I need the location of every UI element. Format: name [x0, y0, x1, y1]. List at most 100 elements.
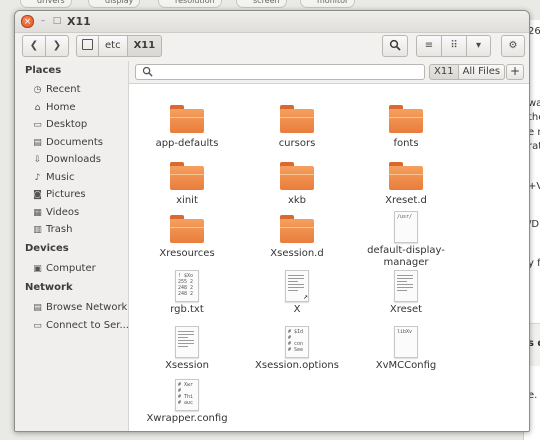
menu-button[interactable]: ⚙ — [501, 35, 525, 57]
breadcrumb-root-button[interactable] — [76, 35, 99, 57]
file-name-label: Xwrapper.config — [146, 413, 228, 424]
sidebar-item-label: Computer — [46, 263, 96, 274]
sidebar-item-music[interactable]: ♪ Music — [32, 170, 75, 186]
sidebar-item-downloads[interactable]: ⇩ Downloads — [32, 152, 101, 168]
sidebar-item-documents[interactable]: ▤ Documents — [32, 135, 103, 151]
file-manager-window: × – □ X11 ❮ ❯ etc X11 ≡ ⠿ ▾ ⚙ Places Dev… — [14, 10, 530, 432]
sidebar-item-label: Trash — [46, 224, 73, 235]
back-button[interactable]: ❮ — [22, 35, 46, 57]
folder-item[interactable]: xkb — [242, 158, 352, 207]
sidebar-item-desktop[interactable]: ▭ Desktop — [32, 117, 87, 133]
file-item[interactable]: /usr/default-display-manager — [351, 211, 461, 269]
view-options-dropdown[interactable]: ▾ — [466, 35, 491, 57]
computer-icon: ▣ — [33, 264, 42, 274]
file-name-label: fonts — [393, 138, 419, 149]
folder-item[interactable]: Xreset.d — [351, 158, 461, 207]
background-tab[interactable]: display — [88, 0, 141, 8]
text-file-icon — [175, 326, 199, 358]
sidebar-item-label: Recent — [46, 84, 81, 95]
add-criteria-button[interactable]: + — [506, 64, 524, 80]
sidebar-item-computer[interactable]: ▣ Computer — [32, 261, 96, 277]
background-tab[interactable]: drivers — [20, 0, 72, 8]
downloads-icon: ⇩ — [33, 155, 42, 165]
file-item[interactable]: # Xwr # # Thi # auc Xwrapper.config — [132, 379, 242, 425]
sidebar-item-connect-to-ser[interactable]: ▭ Connect to Ser... — [32, 318, 129, 334]
text-file-icon: # $Id # # con # See — [285, 326, 309, 358]
file-name-label: Xreset.d — [385, 195, 427, 206]
folder-item[interactable]: Xsession.d — [242, 211, 352, 260]
forward-button[interactable]: ❯ — [45, 35, 69, 57]
background-tab[interactable]: screen — [236, 0, 287, 8]
breadcrumb-item-etc[interactable]: etc — [98, 35, 128, 57]
file-item[interactable]: ↗ X — [242, 270, 352, 316]
folder-item[interactable]: app-defaults — [132, 101, 242, 150]
file-item[interactable]: Xsession — [132, 326, 242, 372]
network-icon: ▤ — [33, 303, 42, 313]
file-name-label: xkb — [287, 195, 307, 206]
text-file-icon — [394, 270, 418, 302]
file-name-label: Xsession — [165, 360, 209, 371]
sidebar-item-label: Music — [46, 171, 75, 183]
folder-item[interactable]: Xresources — [132, 211, 242, 260]
text-file-icon: ↗ — [285, 270, 309, 302]
file-name-label: rgb.txt — [170, 304, 204, 315]
file-name-label: X — [293, 304, 301, 315]
text-file-icon: ! $Xo 255 2 248 2 248 2 — [175, 270, 199, 302]
search-button[interactable] — [382, 35, 408, 57]
file-view: X11 All Files + app-defaults cursors fonts… — [129, 61, 529, 431]
search-location-current[interactable]: X11 — [429, 64, 459, 80]
text-file-icon: # Xwr # # Thi # auc — [175, 379, 199, 411]
list-view-button[interactable]: ≡ — [416, 35, 442, 57]
folder-icon — [170, 215, 204, 243]
sidebar-item-trash[interactable]: ▥ Trash — [32, 222, 72, 238]
folder-item[interactable]: cursors — [242, 101, 352, 150]
background-tab[interactable]: monitor — [300, 0, 356, 8]
background-tab[interactable]: resolution — [158, 0, 222, 8]
close-window-button[interactable]: × — [21, 15, 34, 28]
sidebar-item-label: Pictures — [46, 189, 86, 200]
search-input[interactable] — [135, 64, 425, 80]
symlink-arrow-icon: ↗ — [303, 292, 308, 301]
file-item[interactable]: libXv XvMCConfig — [351, 326, 461, 372]
folder-item[interactable]: fonts — [351, 101, 461, 150]
file-item[interactable]: ! $Xo 255 2 248 2 248 2 rgb.txt — [132, 270, 242, 316]
search-location-all-files[interactable]: All Files — [457, 64, 506, 80]
text-file-icon: /usr/ — [394, 211, 418, 243]
sidebar-heading-devices: Devices — [25, 243, 69, 254]
maximize-window-button[interactable]: □ — [51, 15, 63, 27]
file-name-label: xinit — [176, 195, 198, 206]
file-name-label: app-defaults — [155, 138, 219, 149]
breadcrumb-item-x11[interactable]: X11 — [126, 35, 163, 57]
folder-icon — [280, 162, 314, 190]
file-item[interactable]: # $Id # # con # See Xsession.options — [242, 326, 352, 372]
sidebar-item-label: Documents — [46, 136, 104, 148]
search-bar: X11 All Files + — [129, 61, 529, 84]
documents-icon: ▤ — [33, 137, 42, 148]
clock-icon: ◷ — [33, 85, 42, 95]
sidebar-item-home[interactable]: ⌂ Home — [32, 100, 76, 116]
search-icon — [142, 66, 153, 77]
file-name-label: Xresources — [159, 248, 215, 259]
folder-icon — [389, 162, 423, 190]
search-location: X11 All Files — [429, 64, 506, 80]
file-name-label: XvMCConfig — [375, 360, 437, 371]
drive-icon — [82, 38, 93, 50]
desktop-icon: ▭ — [33, 120, 42, 130]
folder-icon — [389, 105, 423, 133]
sidebar-heading-places: Places — [25, 65, 62, 76]
sidebar-item-videos[interactable]: ▦ Videos — [32, 205, 79, 221]
minimize-window-button[interactable]: – — [37, 15, 49, 27]
sidebar-item-label: Videos — [46, 206, 80, 218]
sidebar-item-label: Desktop — [46, 119, 88, 130]
folder-item[interactable]: xinit — [132, 158, 242, 207]
title-bar[interactable]: × – □ X11 — [15, 11, 529, 33]
sidebar-item-recent[interactable]: ◷ Recent — [32, 82, 81, 98]
window-title: X11 — [67, 15, 91, 28]
file-name-label: Xreset — [389, 304, 423, 315]
sidebar-heading-network: Network — [25, 282, 73, 293]
grid-view-button[interactable]: ⠿ — [441, 35, 467, 57]
sidebar-item-browse-network[interactable]: ▤ Browse Network — [32, 300, 127, 316]
sidebar-item-label: Browse Network — [46, 302, 128, 313]
sidebar-item-pictures[interactable]: ◙ Pictures — [32, 187, 86, 203]
file-item[interactable]: Xreset — [351, 270, 461, 316]
